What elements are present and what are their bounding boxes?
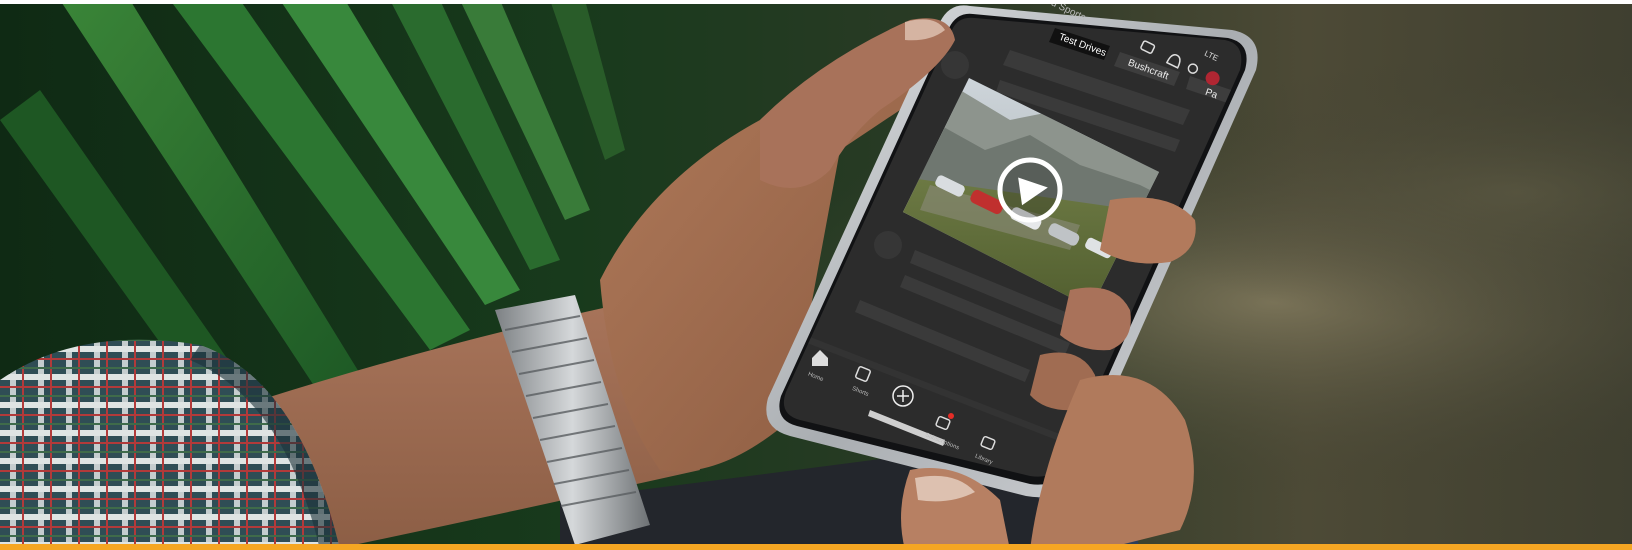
play-button[interactable] bbox=[997, 157, 1063, 223]
accent-strip bbox=[0, 544, 1632, 550]
scene-illustration: d Sports LTE Test Drives Bushcraft Pa Ho… bbox=[0, 0, 1632, 550]
photo-banner: d Sports LTE Test Drives Bushcraft Pa Ho… bbox=[0, 0, 1632, 550]
